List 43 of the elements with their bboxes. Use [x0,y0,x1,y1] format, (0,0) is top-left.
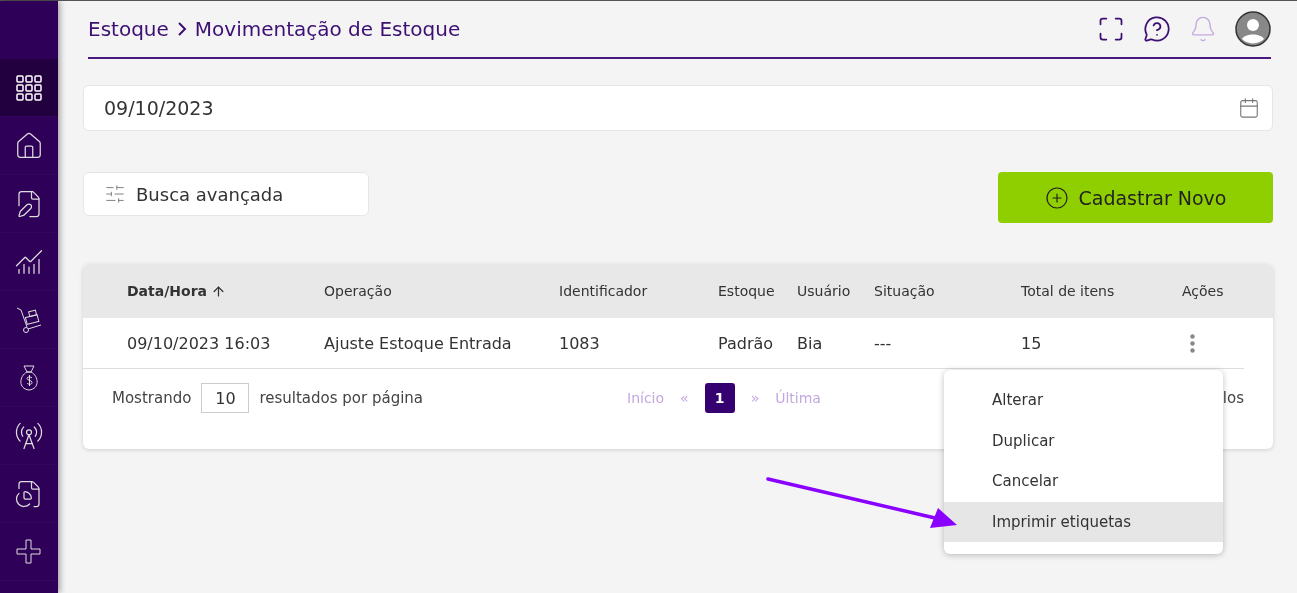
cross-icon [14,536,44,567]
per-page-label: resultados por página [259,389,424,407]
table-cell-text: 09/10/2023 16:03 [127,333,272,353]
breadcrumb-item[interactable]: Estoque [88,17,169,41]
date-value: 09/10/2023 [104,97,214,119]
grid-icon [16,74,42,101]
date-field[interactable]: 09/10/2023 [83,85,1273,131]
column-header[interactable]: Operação [324,283,559,299]
menu-item[interactable]: Duplicar [944,420,1223,461]
table-cell-text: Padrão [718,333,775,353]
menu-item[interactable]: Imprimir etiquetas [944,501,1223,542]
breadcrumb-item: Movimentação de Estoque [194,17,461,41]
column-header[interactable]: Total de itens [1021,283,1182,299]
menu-item[interactable]: Cancelar [944,461,1223,502]
chevron-icon [176,22,187,36]
calendar-icon[interactable] [1238,97,1260,119]
showing-label: Mostrando [112,389,192,407]
table-cell-text: Ajuste Estoque Entrada [324,333,513,353]
kebab-icon [1190,333,1195,353]
new-button[interactable]: Cadastrar Novo [998,172,1273,223]
sidebar-item[interactable] [0,59,58,117]
advanced-search-button[interactable]: Busca avançada [83,172,369,216]
column-header[interactable]: Identificador [559,283,718,299]
column-header[interactable]: Usuário [797,283,874,299]
antenna-icon [14,420,44,451]
table-cell-text: 1083 [559,333,601,353]
page-size-field[interactable]: 10 [201,383,250,413]
sliders-icon [104,183,126,205]
column-header[interactable]: Ações [1182,283,1273,299]
table-cell-text: --- [874,333,893,353]
home-icon [14,130,44,161]
table-cell-text: Bia [797,333,824,353]
column-header[interactable]: Estoque [718,283,797,299]
total-label: los [1222,389,1244,407]
plus-icon [1044,185,1069,210]
page-number[interactable]: 1 [704,383,735,413]
column-header[interactable]: Data/Hora [127,283,324,299]
column-header[interactable]: Situação [874,283,1021,299]
fullscreen-icon[interactable] [1097,15,1125,43]
avatar-icon[interactable] [1235,11,1271,47]
help-icon[interactable] [1143,15,1171,43]
table-cell-text: 15 [1021,333,1043,353]
menu-item[interactable]: Alterar [944,380,1223,421]
